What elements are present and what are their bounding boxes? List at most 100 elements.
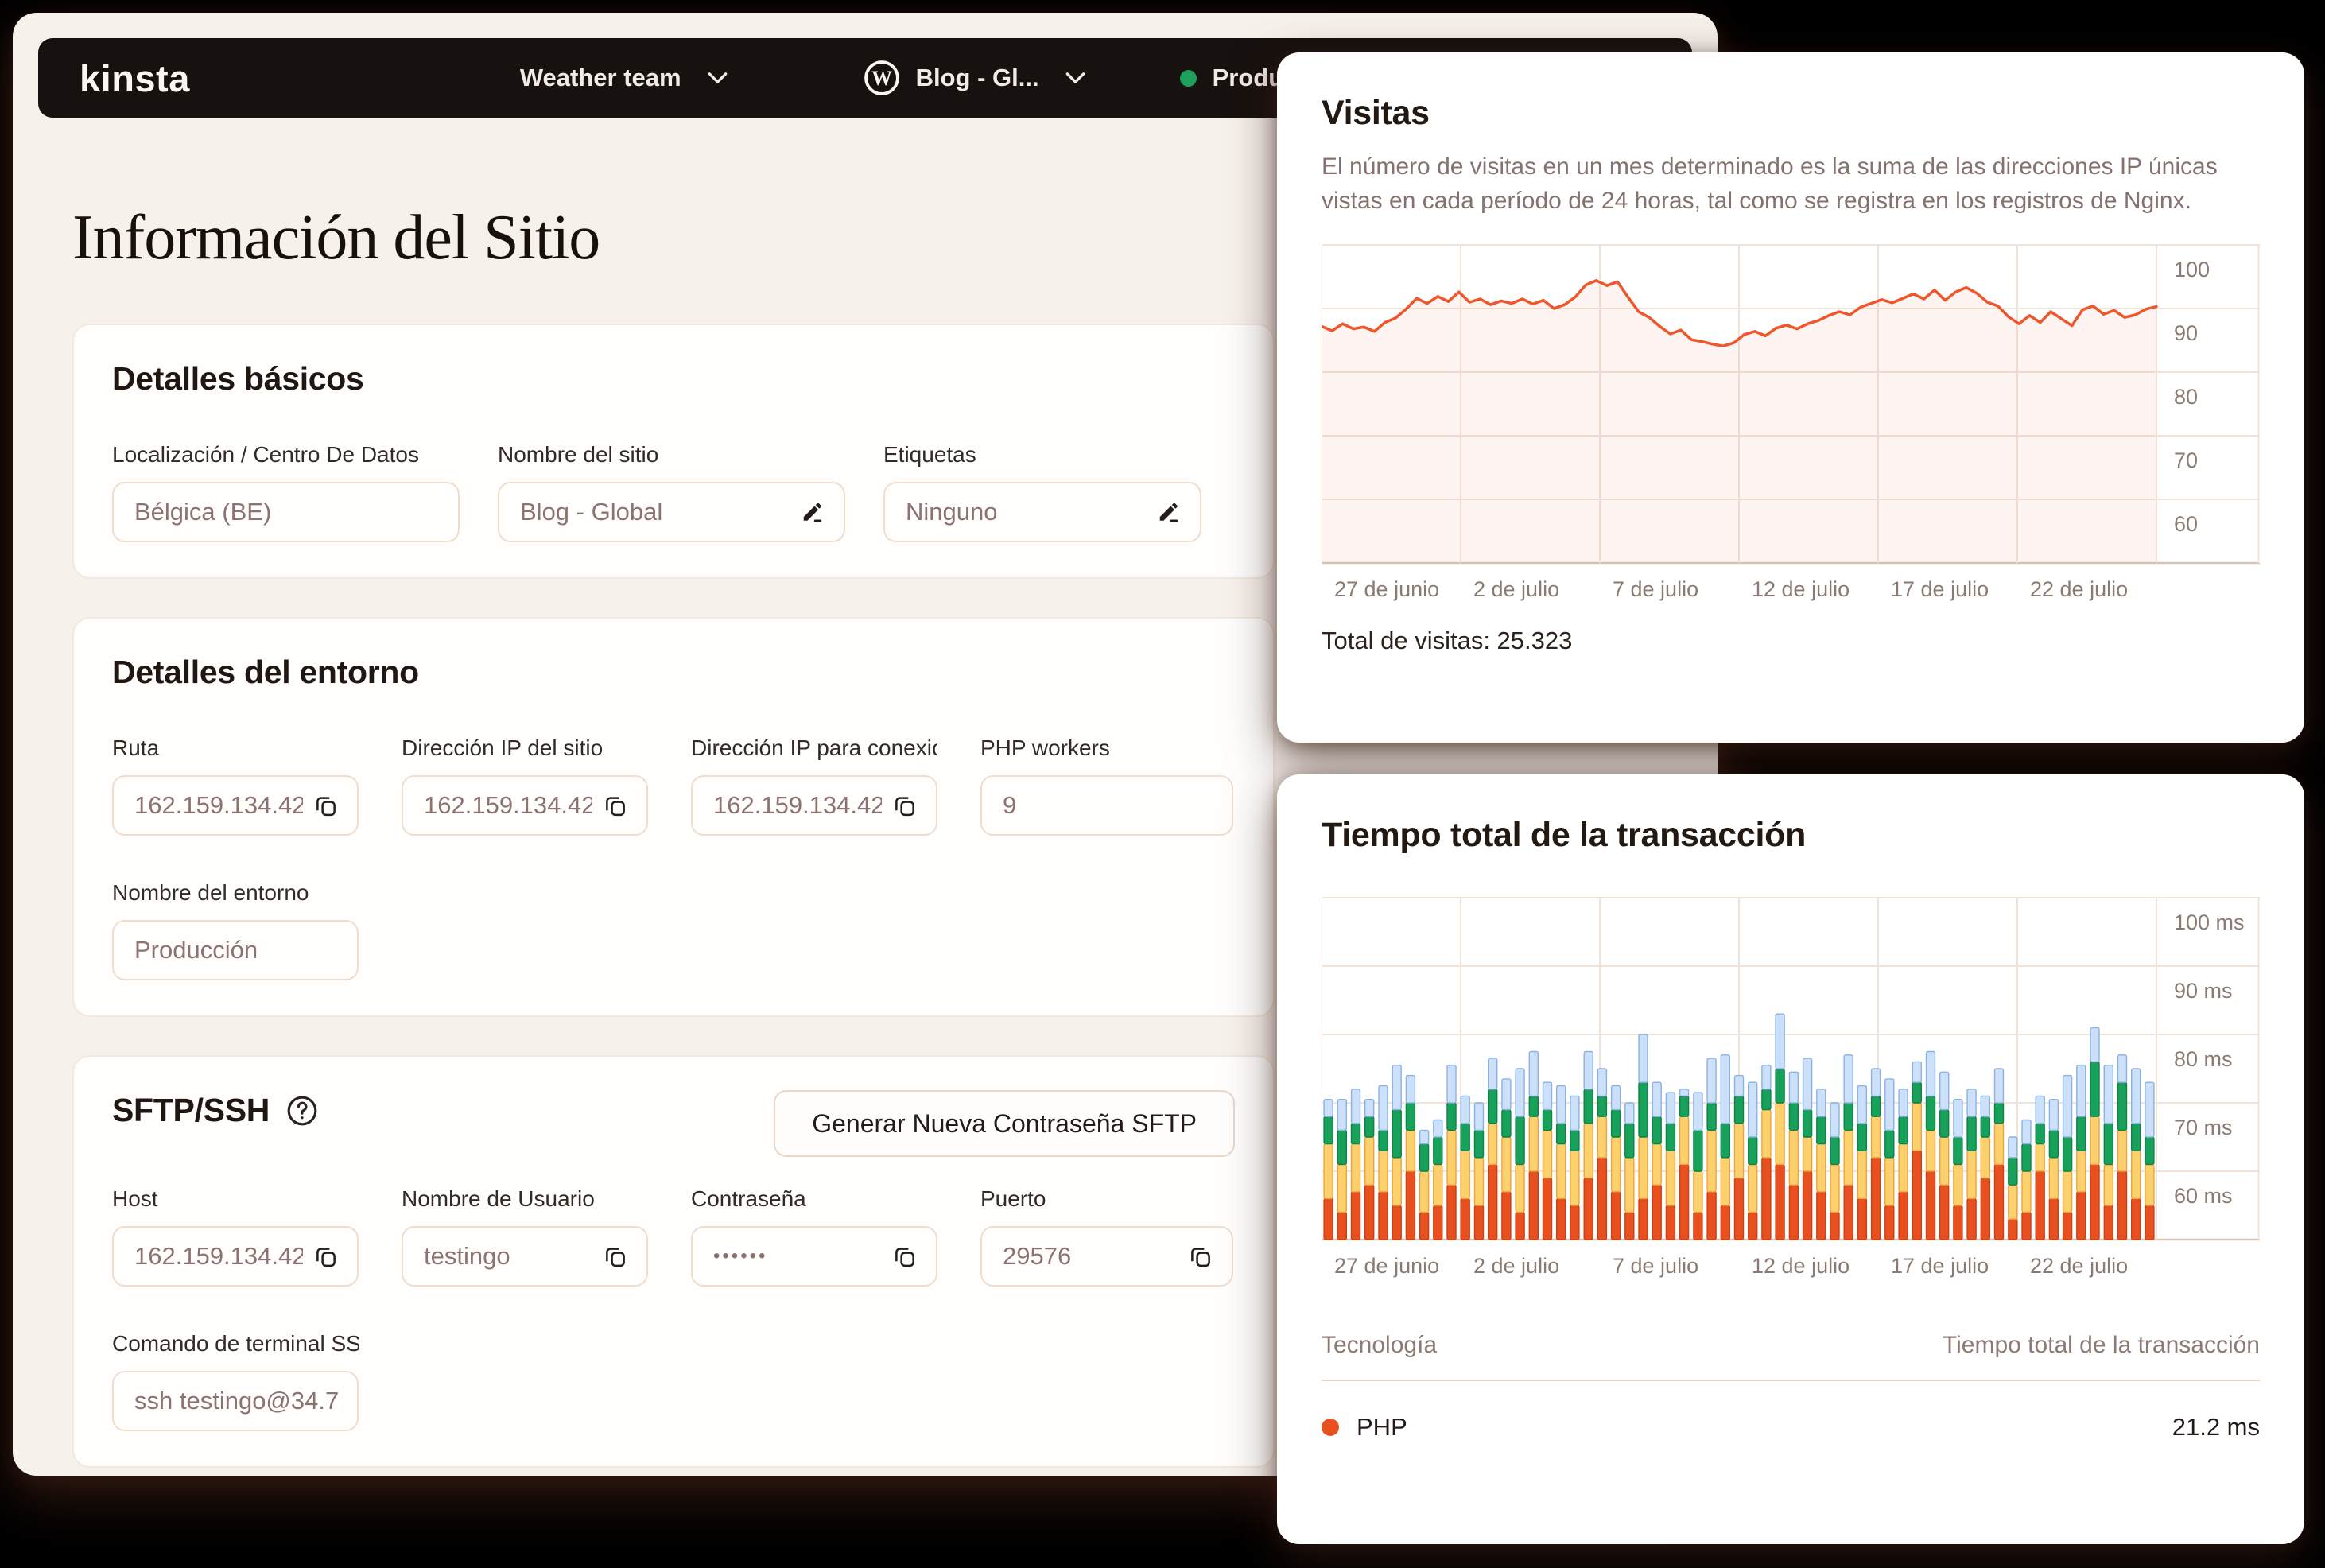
svg-text:2 de julio: 2 de julio	[1473, 577, 1559, 601]
edit-icon[interactable]	[1157, 500, 1181, 524]
path-field[interactable]: 162.159.134.42	[112, 775, 359, 836]
visits-line-chart: 100 90 80 70 60 27 de junio 2 de julio 7 de jul…	[1322, 244, 2260, 601]
field-label: Etiquetas	[883, 442, 976, 467]
php-workers-value: 9	[1003, 791, 1017, 819]
host-value: 162.159.134.42	[134, 1242, 303, 1270]
field-tags: Etiquetas Ninguno	[883, 442, 1201, 542]
help-icon[interactable]	[285, 1094, 319, 1127]
svg-text:60 ms: 60 ms	[2174, 1184, 2233, 1208]
visits-description: El número de visitas en un mes determina…	[1322, 153, 2218, 214]
field-site-ip: Dirección IP del sitio 162.159.134.42	[402, 735, 648, 836]
field-label: Nombre del sitio	[498, 442, 659, 467]
field-username: Nombre de Usuario testingo	[402, 1186, 648, 1287]
svg-text:7 de julio: 7 de julio	[1613, 577, 1698, 601]
technology-table-header: Tecnología Tiempo total de la transacció…	[1322, 1332, 2260, 1359]
technology-cell: PHP	[1322, 1413, 1407, 1442]
port-field[interactable]: 29576	[980, 1226, 1233, 1287]
generate-sftp-password-button[interactable]: Generar Nueva Contraseña SFTP	[774, 1090, 1235, 1157]
location-field[interactable]: Bélgica (BE)	[112, 482, 460, 542]
page-title: Información del Sitio	[72, 203, 600, 273]
copy-icon[interactable]	[893, 794, 917, 817]
svg-text:80 ms: 80 ms	[2174, 1047, 2233, 1071]
field-port: Puerto 29576	[980, 1186, 1233, 1287]
copy-icon[interactable]	[314, 794, 338, 817]
field-label: Nombre del entorno	[112, 880, 309, 905]
field-php-workers: PHP workers 9	[980, 735, 1233, 836]
visits-total: Total de visitas: 25.323	[1322, 627, 1573, 655]
tags-field[interactable]: Ninguno	[883, 482, 1201, 542]
site-ip-value: 162.159.134.42	[424, 791, 592, 819]
field-external-ip: Dirección IP para conexione 162.159.134.…	[691, 735, 937, 836]
copy-icon[interactable]	[314, 1244, 338, 1268]
environment-details-card: Detalles del entorno Ruta 162.159.134.42…	[72, 617, 1275, 1017]
transaction-time-bar-chart: 100 ms 90 ms 80 ms 70 ms 60 ms 27 de junio 2 d…	[1322, 897, 2260, 1278]
technology-column-header: Tecnología	[1322, 1332, 1438, 1358]
field-site-name: Nombre del sitio Blog - Global	[498, 442, 845, 542]
field-label: PHP workers	[980, 735, 1110, 760]
transaction-time-card: Tiempo total de la transacción 100 ms 90 …	[1277, 774, 2304, 1544]
external-ip-value: 162.159.134.42	[713, 791, 882, 819]
ssh-command-field[interactable]: ssh testingo@34.7...	[112, 1371, 359, 1431]
svg-text:17 de julio: 17 de julio	[1891, 1254, 1989, 1278]
copy-icon[interactable]	[1189, 1244, 1213, 1268]
username-field[interactable]: testingo	[402, 1226, 648, 1287]
edit-icon[interactable]	[801, 500, 825, 524]
username-value: testingo	[424, 1242, 510, 1270]
svg-text:70: 70	[2174, 448, 2198, 472]
field-label: Contraseña	[691, 1186, 806, 1211]
environment-name-value: Producción	[134, 936, 258, 964]
environment-name-field[interactable]: Producción	[112, 920, 359, 980]
field-label: Dirección IP para conexione	[691, 735, 937, 760]
site-name-value: Blog - Global	[520, 498, 663, 526]
sftp-ssh-title-text: SFTP/SSH	[112, 1092, 270, 1128]
field-host: Host 162.159.134.42	[112, 1186, 359, 1287]
transaction-time-column-header: Tiempo total de la transacción	[1942, 1332, 2260, 1358]
svg-text:2 de julio: 2 de julio	[1473, 1254, 1559, 1278]
svg-text:17 de julio: 17 de julio	[1891, 577, 1989, 601]
ssh-command-value: ssh testingo@34.7...	[134, 1387, 338, 1415]
field-password: Contraseña ••••••	[691, 1186, 937, 1287]
svg-text:12 de julio: 12 de julio	[1752, 577, 1850, 601]
password-value: ••••••	[713, 1245, 768, 1267]
visits-title: Visitas	[1322, 94, 1430, 132]
table-row: PHP 21.2 ms	[1322, 1413, 2260, 1442]
password-field[interactable]: ••••••	[691, 1226, 937, 1287]
host-field[interactable]: 162.159.134.42	[112, 1226, 359, 1287]
svg-text:22 de julio: 22 de julio	[2030, 577, 2128, 601]
copy-icon[interactable]	[893, 1244, 917, 1268]
tags-value: Ninguno	[906, 498, 998, 526]
svg-text:27 de junio: 27 de junio	[1334, 577, 1439, 601]
port-value: 29576	[1003, 1242, 1072, 1270]
php-label: PHP	[1357, 1413, 1407, 1441]
site-name-field[interactable]: Blog - Global	[498, 482, 845, 542]
php-workers-field[interactable]: 9	[980, 775, 1233, 836]
svg-text:90 ms: 90 ms	[2174, 979, 2233, 1003]
sftp-ssh-card: SFTP/SSH Generar Nueva Contraseña SFTP H…	[72, 1055, 1275, 1468]
table-divider	[1322, 1380, 2260, 1381]
field-label: Dirección IP del sitio	[402, 735, 604, 760]
field-location: Localización / Centro De Datos Bélgica (…	[112, 442, 460, 542]
field-label: Nombre de Usuario	[402, 1186, 595, 1211]
svg-text:22 de julio: 22 de julio	[2030, 1254, 2128, 1278]
field-label: Host	[112, 1186, 158, 1211]
copy-icon[interactable]	[604, 1244, 627, 1268]
field-env-name: Nombre del entorno Producción	[112, 880, 359, 980]
field-path: Ruta 162.159.134.42	[112, 735, 359, 836]
external-ip-field[interactable]: 162.159.134.42	[691, 775, 937, 836]
svg-text:100 ms: 100 ms	[2174, 910, 2245, 934]
svg-text:100: 100	[2174, 258, 2210, 281]
svg-text:90: 90	[2174, 321, 2198, 345]
svg-text:12 de julio: 12 de julio	[1752, 1254, 1850, 1278]
field-ssh-command: Comando de terminal SSH ssh testingo@34.…	[112, 1331, 359, 1431]
field-label: Ruta	[112, 735, 160, 760]
svg-text:27 de junio: 27 de junio	[1334, 1254, 1439, 1278]
svg-text:80: 80	[2174, 385, 2198, 409]
transaction-time-value: 21.2 ms	[2172, 1413, 2260, 1441]
basic-details-title: Detalles básicos	[112, 360, 364, 397]
copy-icon[interactable]	[604, 794, 627, 817]
path-value: 162.159.134.42	[134, 791, 303, 819]
field-label: Comando de terminal SSH	[112, 1331, 359, 1356]
environment-details-title: Detalles del entorno	[112, 654, 419, 690]
php-legend-dot	[1322, 1419, 1339, 1436]
site-ip-field[interactable]: 162.159.134.42	[402, 775, 648, 836]
